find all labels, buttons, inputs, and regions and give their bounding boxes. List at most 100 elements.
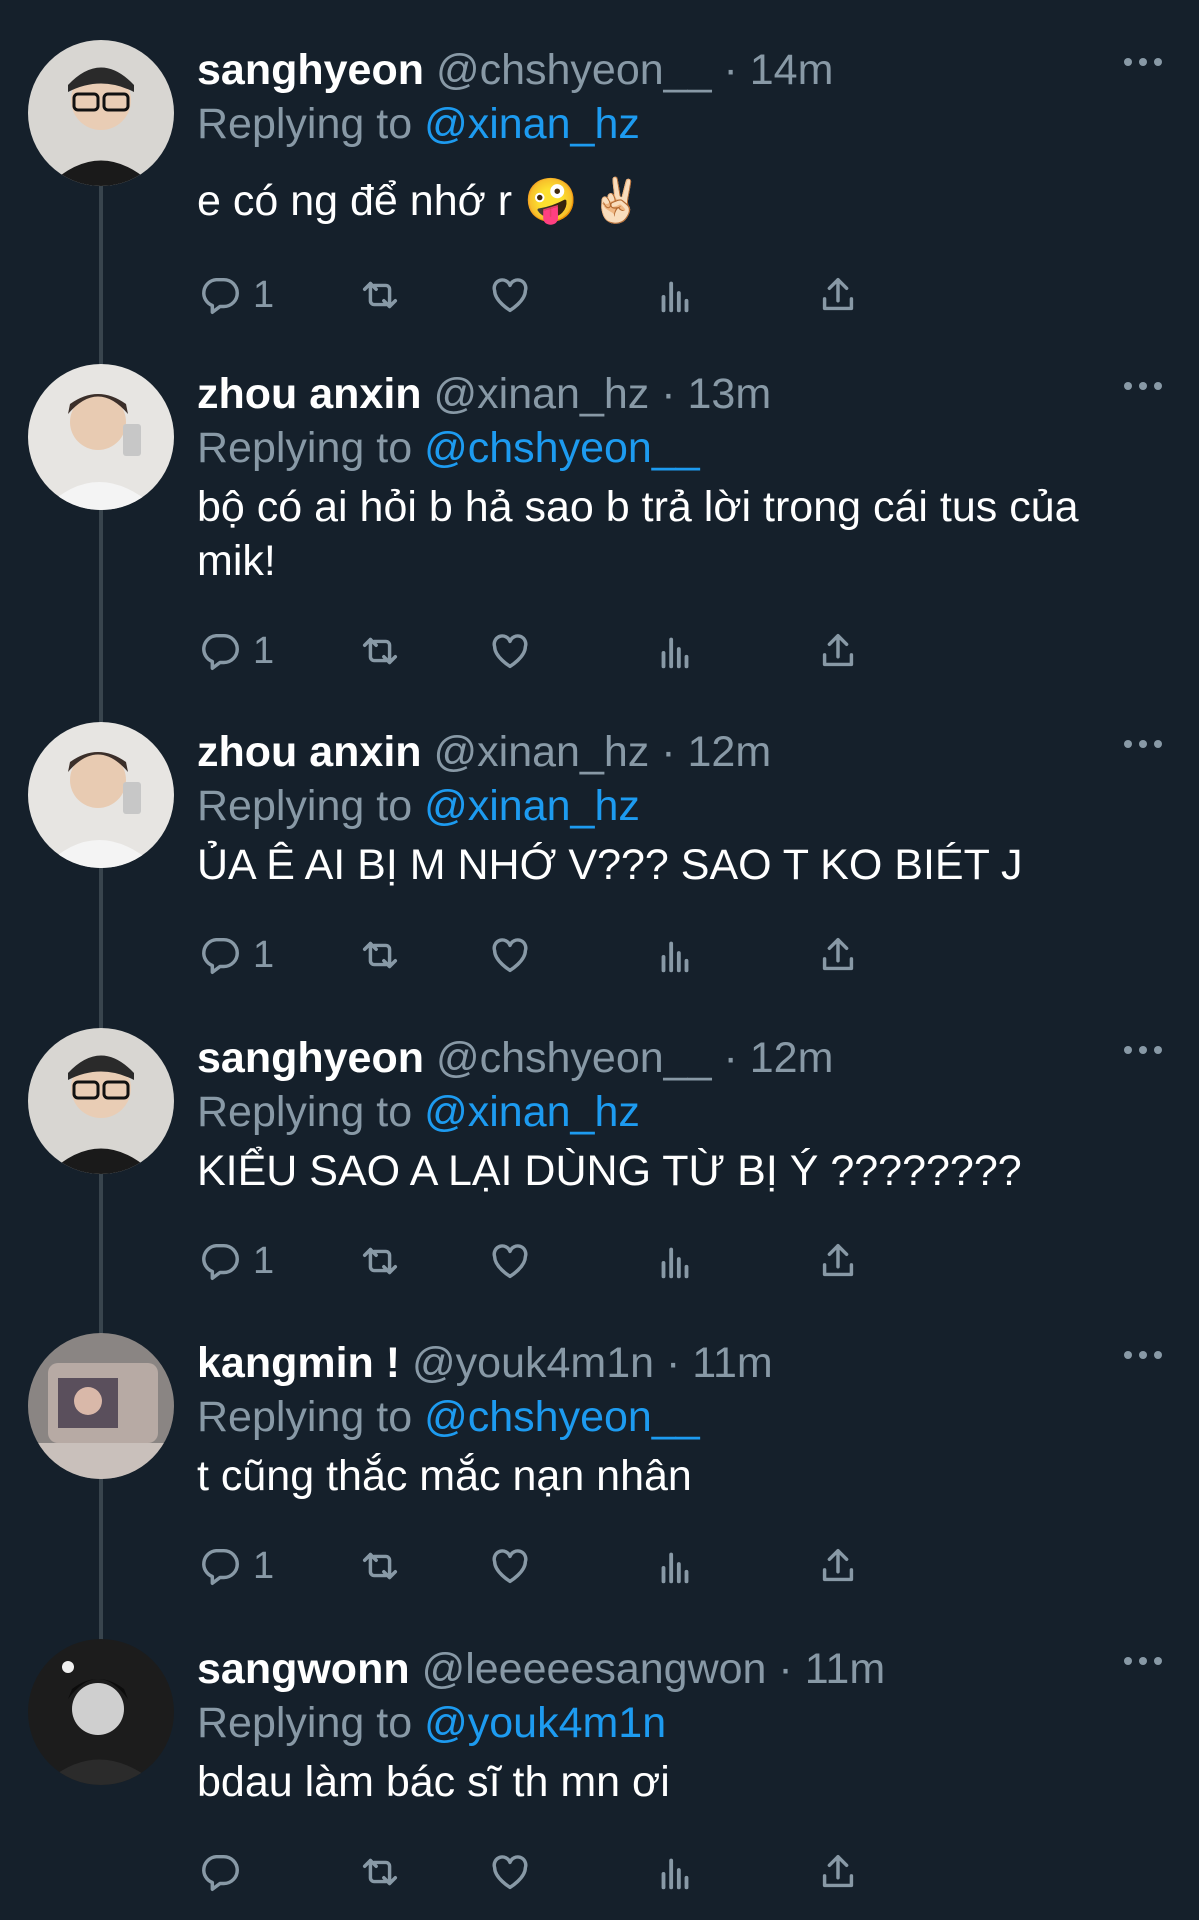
retweet-button[interactable] (357, 626, 403, 676)
display-name[interactable]: sanghyeon (197, 46, 424, 94)
display-name[interactable]: sangwonn (197, 1645, 410, 1693)
avatar[interactable] (28, 722, 174, 868)
reply-button[interactable]: 1 (197, 1541, 274, 1591)
reply-button[interactable]: 1 (197, 930, 274, 980)
reply-button[interactable]: 1 (197, 270, 274, 320)
replying-to-label: Replying to (197, 100, 413, 148)
avatar[interactable] (28, 1333, 174, 1479)
retweet-icon (362, 637, 398, 665)
reply-button[interactable]: 1 (197, 626, 274, 676)
like-button[interactable] (487, 1541, 533, 1591)
like-button[interactable] (487, 626, 533, 676)
user-handle[interactable]: @leeeeesangwon (422, 1645, 767, 1693)
user-handle[interactable]: @chshyeon__ (436, 1034, 712, 1082)
analytics-button[interactable] (652, 1541, 698, 1591)
more-icon[interactable] (1120, 1345, 1166, 1365)
timestamp[interactable]: · 11m (778, 1645, 885, 1693)
tweet[interactable]: sangwonn @leeeeesangwon · 11m Replying t… (0, 1639, 1199, 1920)
display-name[interactable]: zhou anxin (197, 728, 422, 776)
replying-to-link[interactable]: @chshyeon__ (424, 1393, 700, 1441)
retweet-button[interactable] (357, 1541, 403, 1591)
share-button[interactable] (815, 1236, 861, 1286)
user-handle[interactable]: @xinan_hz (434, 728, 650, 776)
share-button[interactable] (815, 930, 861, 980)
replying-to-link[interactable]: @youk4m1n (424, 1699, 666, 1747)
replying-to-link[interactable]: @xinan_hz (424, 782, 640, 830)
tweet-text: bộ có ai hỏi b hả sao b trả lời trong cá… (197, 483, 1079, 585)
like-icon (492, 1244, 528, 1279)
tweet[interactable]: zhou anxin @xinan_hz · 13m Replying to @… (0, 364, 1199, 694)
share-button[interactable] (815, 270, 861, 320)
reply-count: 1 (253, 273, 275, 316)
avatar[interactable] (28, 1639, 174, 1785)
tweet-header: zhou anxin @xinan_hz · 13m (197, 368, 771, 420)
like-button[interactable] (487, 1847, 533, 1897)
tweet-header: kangmin ! @youk4m1n · 11m (197, 1337, 773, 1389)
share-icon (822, 277, 854, 311)
more-icon[interactable] (1120, 52, 1166, 72)
avatar[interactable] (28, 1028, 174, 1174)
share-button[interactable] (815, 1847, 861, 1897)
retweet-icon (362, 941, 398, 969)
display-name[interactable]: sanghyeon (197, 1034, 424, 1082)
analytics-icon (661, 1858, 689, 1890)
analytics-button[interactable] (652, 930, 698, 980)
analytics-button[interactable] (652, 270, 698, 320)
reply-icon (202, 633, 239, 670)
reply-icon (202, 1854, 239, 1891)
timestamp[interactable]: · 14m (723, 46, 833, 94)
like-icon (492, 278, 528, 313)
more-icon[interactable] (1120, 1651, 1166, 1671)
display-name[interactable]: zhou anxin (197, 370, 422, 418)
share-button[interactable] (815, 1541, 861, 1591)
avatar[interactable] (28, 40, 174, 186)
retweet-button[interactable] (357, 270, 403, 320)
like-button[interactable] (487, 270, 533, 320)
share-icon (822, 937, 854, 971)
analytics-button[interactable] (652, 626, 698, 676)
tweet-actions: 1 (197, 930, 1057, 980)
replying-to-link[interactable]: @xinan_hz (424, 1088, 640, 1136)
tweet[interactable]: zhou anxin @xinan_hz · 12m Replying to @… (0, 722, 1199, 1002)
retweet-button[interactable] (357, 930, 403, 980)
like-button[interactable] (487, 930, 533, 980)
display-name[interactable]: kangmin ! (197, 1339, 400, 1387)
more-icon[interactable] (1120, 376, 1166, 396)
timestamp[interactable]: · 13m (661, 370, 771, 418)
avatar[interactable] (28, 364, 174, 510)
analytics-button[interactable] (652, 1847, 698, 1897)
analytics-icon (661, 281, 689, 313)
reply-count: 1 (253, 1239, 275, 1282)
analytics-icon (661, 637, 689, 669)
retweet-icon (362, 1858, 398, 1886)
analytics-button[interactable] (652, 1236, 698, 1286)
reply-button[interactable] (197, 1847, 253, 1897)
like-icon (492, 938, 528, 973)
more-icon[interactable] (1120, 1040, 1166, 1060)
replying-to-link[interactable]: @chshyeon__ (424, 424, 700, 472)
timestamp[interactable]: · 11m (666, 1339, 773, 1387)
like-button[interactable] (487, 1236, 533, 1286)
replying-to: Replying to @xinan_hz (197, 780, 640, 832)
retweet-button[interactable] (357, 1847, 403, 1897)
tweet[interactable]: kangmin ! @youk4m1n · 11m Replying to @c… (0, 1333, 1199, 1613)
retweet-button[interactable] (357, 1236, 403, 1286)
timestamp[interactable]: · 12m (723, 1034, 833, 1082)
user-handle[interactable]: @xinan_hz (434, 370, 650, 418)
tweet-text: e có ng để nhớ r 🤪 ✌🏻 (197, 177, 644, 225)
analytics-icon (661, 941, 689, 973)
timestamp[interactable]: · 12m (661, 728, 771, 776)
user-handle[interactable]: @chshyeon__ (436, 46, 712, 94)
reply-button[interactable]: 1 (197, 1236, 274, 1286)
replying-to: Replying to @youk4m1n (197, 1697, 666, 1749)
replying-to-label: Replying to (197, 782, 413, 830)
more-icon[interactable] (1120, 734, 1166, 754)
user-handle[interactable]: @youk4m1n (412, 1339, 654, 1387)
tweet[interactable]: sanghyeon @chshyeon__ · 14m Replying to … (0, 40, 1199, 340)
share-button[interactable] (815, 626, 861, 676)
retweet-icon (362, 1247, 398, 1275)
reply-count: 1 (253, 1544, 275, 1587)
tweet[interactable]: sanghyeon @chshyeon__ · 12m Replying to … (0, 1028, 1199, 1308)
replying-to-link[interactable]: @xinan_hz (424, 100, 640, 148)
analytics-icon (661, 1247, 689, 1279)
